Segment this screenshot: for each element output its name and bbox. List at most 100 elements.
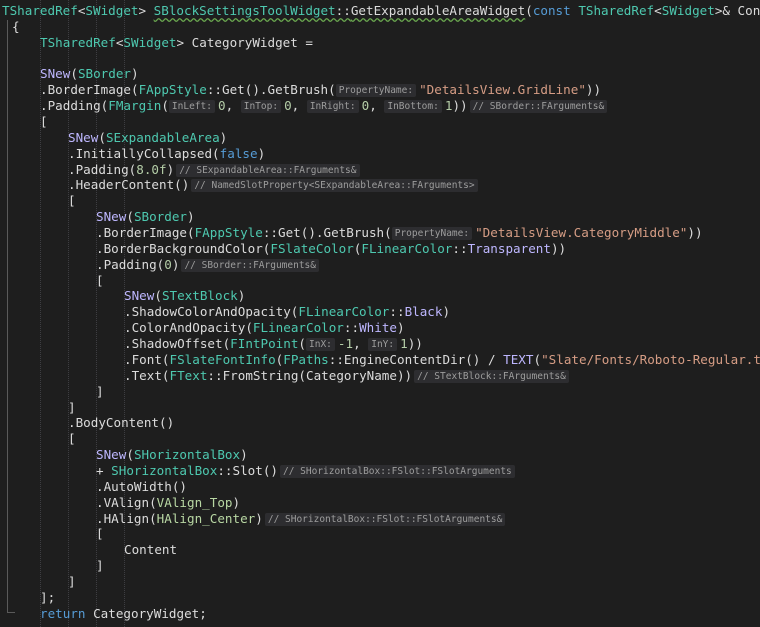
code-token: , [291, 98, 307, 114]
code-line[interactable]: SNew(SBorder) [96, 209, 195, 225]
code-token: [ [96, 526, 104, 542]
code-line[interactable]: return CategoryWidget; [40, 606, 207, 622]
code-line[interactable]: TSharedRef<SWidget> SBlockSettingsToolWi… [2, 3, 760, 19]
code-token: ::Get().GetBrush( [262, 225, 392, 241]
code-line[interactable]: { [12, 19, 20, 35]
code-line[interactable]: [ [68, 193, 76, 209]
code-token: .HAlign( [96, 510, 157, 526]
code-token: [ [96, 272, 104, 288]
code-line[interactable]: .ShadowOffset(FIntPoint(InX: -1, InY: 1)) [124, 336, 423, 352]
code-token: SNew [40, 66, 71, 82]
code-line[interactable]: .HAlign(HAlign_Center)// SHorizontalBox:… [96, 511, 508, 527]
code-line[interactable]: .Font(FSlateFontInfo (FPaths::EngineConte… [124, 352, 760, 368]
code-line[interactable]: .ShadowColorAndOpacity(FLinearColor::Bla… [124, 304, 450, 320]
code-token: ) [219, 129, 228, 145]
code-token: FText [169, 367, 208, 383]
code-line[interactable]: ] [96, 384, 104, 400]
code-token: CategoryWidget; [93, 605, 207, 621]
inline-comment-hint: // SExpandableArea::FArguments& [176, 163, 360, 177]
code-line[interactable]: SNew(SHorizontalBox) [96, 447, 248, 463]
code-line[interactable]: .BorderBackgroundColor(FSlateColor(FLine… [96, 241, 566, 257]
code-token: > [138, 3, 154, 18]
code-token: const [532, 3, 579, 18]
code-line[interactable]: TSharedRef<SWidget> CategoryWidget = [40, 35, 313, 51]
code-line[interactable]: ] [96, 558, 104, 574]
code-token: .Padding( [40, 98, 109, 114]
code-line[interactable]: .Text(FText::FromString(CategoryName))//… [124, 368, 572, 384]
code-token: .Padding( [96, 256, 165, 272]
code-token: SWidget [661, 3, 715, 18]
code-token: ] [96, 383, 104, 399]
code-line[interactable]: [ [68, 431, 76, 447]
code-token: FIntPoint [230, 336, 299, 352]
code-token: )) [407, 336, 423, 352]
code-token: SExpandableArea [105, 129, 220, 145]
code-token: )) [452, 98, 468, 114]
code-token: , [369, 98, 385, 114]
brace-fold-guide [0, 0, 15, 627]
code-token: false [219, 145, 258, 161]
code-line[interactable]: .Padding(FMargin(InLeft: 0, InTop: 0, InRi… [40, 98, 610, 114]
code-line[interactable]: [ [40, 114, 48, 130]
code-line[interactable]: SNew(SExpandableArea) [68, 130, 227, 146]
code-token: .Font( [124, 351, 170, 367]
code-line[interactable]: .BodyContent() [68, 415, 174, 431]
code-token: > CategoryWidget = [176, 34, 313, 50]
code-line[interactable]: .Padding(8.0f)// SExpandableArea::FArgum… [68, 162, 363, 178]
code-line[interactable]: SNew(STextBlock) [124, 288, 245, 304]
code-editor[interactable]: TSharedRef<SWidget> SBlockSettingsToolWi… [0, 0, 760, 627]
code-token: SWidget [123, 34, 177, 50]
code-line[interactable]: .InitiallyCollapsed(false) [68, 146, 265, 162]
code-token: ] [68, 399, 76, 415]
code-line[interactable]: .Padding(0)// SBorder::FArguments& [96, 257, 322, 273]
inline-comment-hint: // SHorizontalBox::FSlot::FSlotArguments [280, 464, 515, 478]
inline-comment-hint: // NamedSlotProperty<SExpandableArea::FA… [191, 179, 478, 193]
code-token: Black [404, 304, 443, 320]
code-line[interactable]: + SHorizontalBox::Slot()// SHorizontalBo… [96, 463, 518, 479]
code-token: 0 [217, 98, 226, 114]
code-line[interactable]: .BorderImage(FAppStyle::Get().GetBrush(P… [40, 82, 601, 98]
inline-comment-hint: // SBorder::FArguments& [181, 258, 319, 272]
parameter-name-hint: InBottom: [384, 100, 442, 114]
code-token: .BorderImage( [40, 82, 139, 98]
code-token: GetExpandableAreaWidget [350, 3, 526, 18]
code-token: >& Content, [714, 3, 760, 18]
code-token: ) [232, 494, 241, 510]
code-line[interactable]: .HeaderContent()// NamedSlotProperty<SEx… [68, 177, 481, 193]
inline-comment-hint: // SBorder::FArguments& [469, 100, 608, 114]
code-line[interactable]: .BorderImage(FAppStyle::Get().GetBrush(P… [96, 225, 703, 241]
code-line[interactable]: [ [96, 273, 104, 289]
code-line[interactable]: .VAlign(VAlign_Top) [96, 495, 240, 511]
code-token: ) [255, 510, 263, 526]
code-line[interactable]: [ [96, 526, 104, 542]
code-line[interactable]: Content [124, 542, 177, 558]
code-token: ( [126, 209, 134, 225]
code-line[interactable]: ] [68, 400, 76, 416]
code-token: [ [68, 193, 76, 209]
code-line[interactable]: SNew(SBorder) [40, 66, 139, 82]
code-line[interactable]: ]; [40, 590, 55, 606]
code-token: < [654, 3, 662, 18]
code-token: , [353, 336, 369, 352]
code-line[interactable]: .ColorAndOpacity(FLinearColor::White) [124, 320, 405, 336]
code-token: FPaths [283, 351, 329, 367]
code-token: HAlign_Center [156, 510, 256, 526]
code-token: FSlateFontInfo [169, 351, 276, 367]
code-token: return [40, 605, 94, 621]
code-token: .InitiallyCollapsed( [68, 145, 220, 161]
code-line[interactable]: ] [68, 574, 76, 590]
code-line[interactable]: .AutoWidth() [96, 479, 187, 495]
code-token: FLinearColor [252, 320, 344, 336]
code-token: )) [550, 240, 567, 256]
code-token: )) [585, 82, 602, 98]
code-token: [ [40, 114, 48, 130]
inline-comment-hint: // STextBlock::FArguments& [414, 369, 569, 383]
code-token: ( [98, 129, 106, 145]
code-token: ( [126, 447, 134, 463]
code-token: ::Get().GetBrush( [206, 82, 336, 98]
parameter-name-hint: PropertyName: [391, 227, 473, 241]
code-token: ( [533, 351, 542, 367]
code-token: FMargin [108, 98, 162, 114]
code-token: ) [171, 256, 180, 272]
parameter-name-hint: InTop: [240, 100, 282, 114]
